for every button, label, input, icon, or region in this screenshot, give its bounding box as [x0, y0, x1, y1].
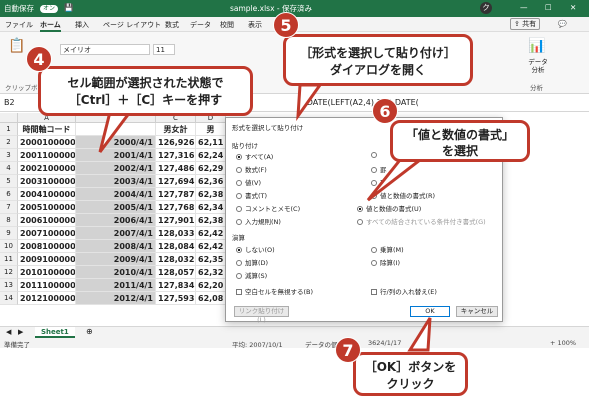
callout-7-pointer [407, 317, 432, 352]
callout-6-pointer [366, 158, 425, 202]
callout-6: 「値と数値の書式」 を選択 [390, 120, 530, 162]
callout-4-line2: ［Ctrl］＋［C］キーを押す [68, 93, 223, 107]
callout-4-line1: セル範囲が選択された状態で [67, 76, 224, 90]
step-4-badge: 4 [26, 46, 52, 72]
step-5-badge: 5 [273, 12, 299, 38]
callout-4-pointer [98, 110, 133, 153]
step-7-badge: 7 [335, 337, 361, 363]
callout-7: ［OK］ボタンを クリック [353, 352, 468, 396]
callout-7-line2: クリック [386, 377, 435, 391]
callout-6-line1: 「値と数値の書式」 [405, 128, 514, 142]
callout-4: セル範囲が選択された状態で ［Ctrl］＋［C］キーを押す [38, 66, 253, 116]
callout-6-line2: を選択 [441, 144, 478, 158]
callout-5-line2: ダイアログを開く [329, 63, 426, 77]
callout-7-line1: ［OK］ボタンを [364, 360, 457, 374]
step-6-badge: 6 [372, 98, 398, 124]
callout-5-line1: ［形式を選択して貼り付け］ [300, 46, 456, 60]
callout-5: ［形式を選択して貼り付け］ ダイアログを開く [283, 34, 473, 86]
callout-5-pointer [296, 83, 323, 122]
